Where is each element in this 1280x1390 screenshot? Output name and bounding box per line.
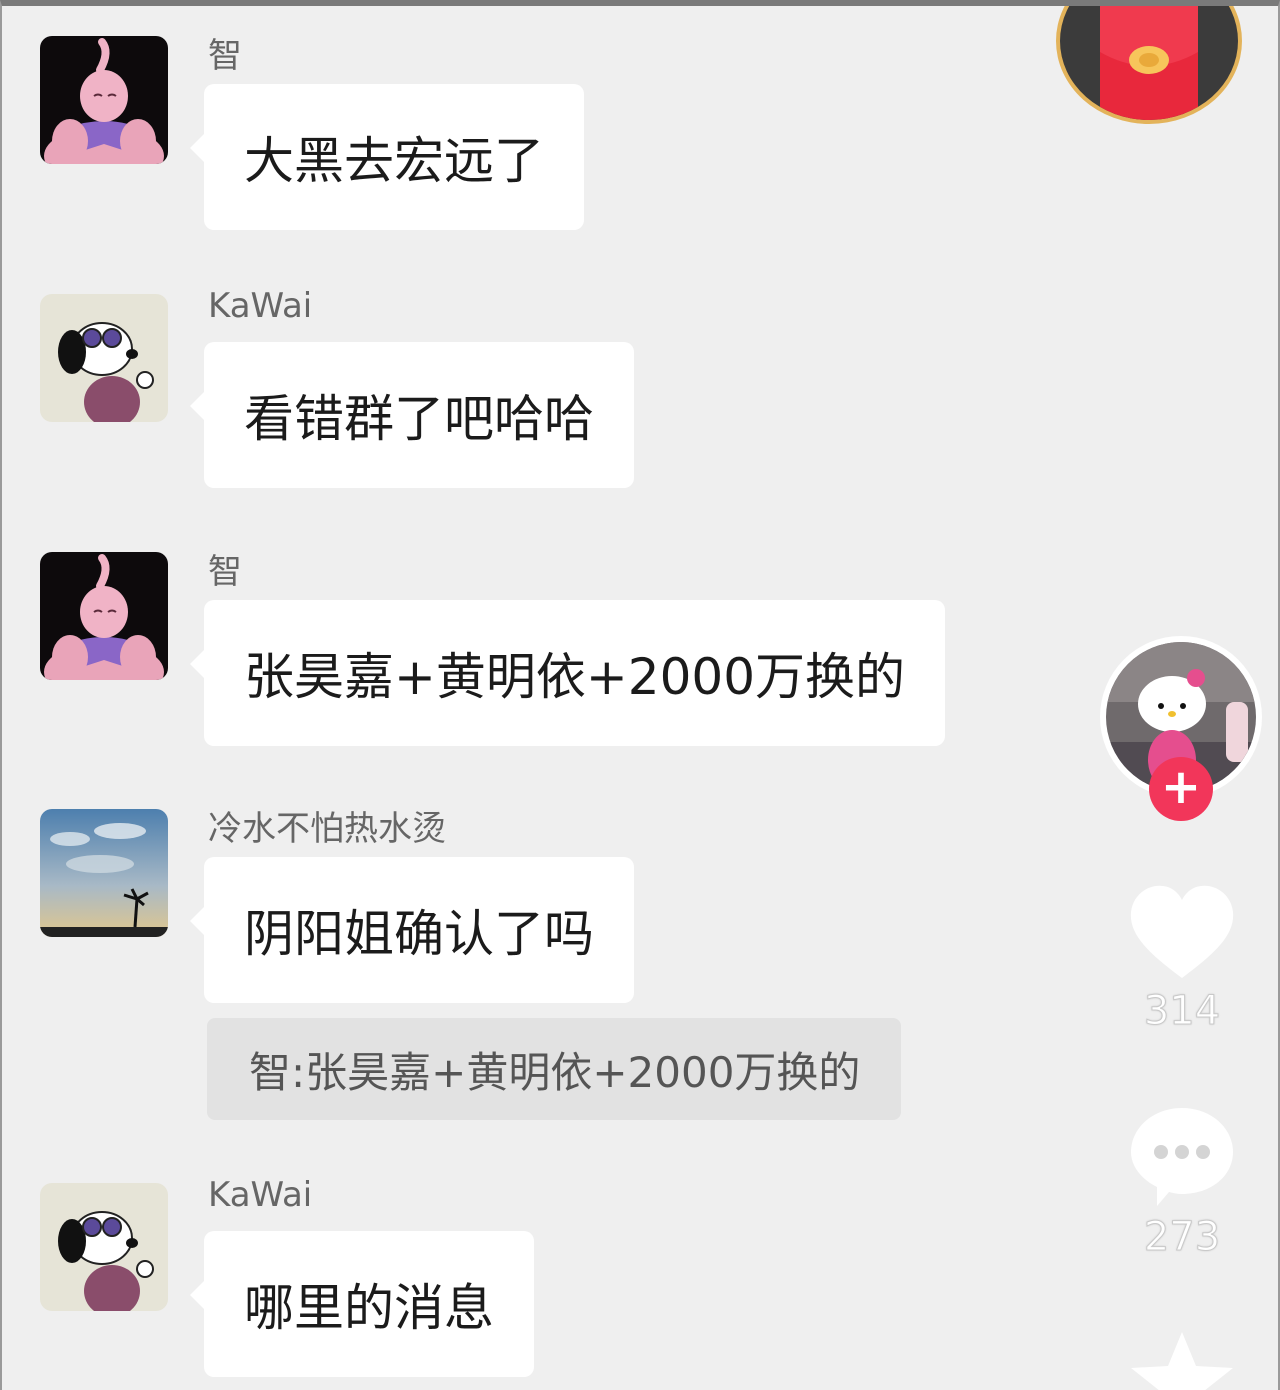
message-bubble[interactable]: 阴阳姐确认了吗 <box>190 857 634 1003</box>
sender-name: 冷水不怕热水烫 <box>208 809 446 849</box>
like-action[interactable]: 314 <box>1122 882 1242 1035</box>
sky-avatar[interactable] <box>40 809 168 937</box>
sender-name: KaWai <box>208 286 313 326</box>
message-bubble[interactable]: 大黑去宏远了 <box>190 84 584 230</box>
chat-screen: 智 大黑去宏远了 KaWai 看错群了吧哈哈 智 张昊嘉+黄明依+2000万换的… <box>0 0 1280 1390</box>
like-count: 314 <box>1143 988 1221 1035</box>
message-bubble[interactable]: 张昊嘉+黄明依+2000万换的 <box>189 600 946 746</box>
majin-buu-avatar[interactable] <box>40 36 168 164</box>
star-icon[interactable] <box>1127 1328 1237 1390</box>
quoted-reply[interactable]: 智:张昊嘉+黄明依+2000万换的 <box>207 1018 901 1120</box>
sender-name: KaWai <box>208 1175 313 1215</box>
sender-name: 智 <box>208 552 242 592</box>
comment-count: 273 <box>1143 1214 1221 1261</box>
majin-buu-avatar[interactable] <box>40 552 168 680</box>
follow-button[interactable]: + <box>1149 757 1213 821</box>
comment-action[interactable]: 273 <box>1122 1104 1242 1261</box>
favorite-action[interactable] <box>1122 1328 1242 1390</box>
red-packet-icon[interactable] <box>1056 6 1242 124</box>
snoopy-avatar[interactable] <box>40 294 168 422</box>
snoopy-avatar[interactable] <box>40 1183 168 1311</box>
message-bubble[interactable]: 看错群了吧哈哈 <box>190 342 634 488</box>
heart-icon[interactable] <box>1127 882 1237 982</box>
sender-name: 智 <box>208 36 242 76</box>
comment-icon[interactable] <box>1127 1104 1237 1208</box>
message-bubble[interactable]: 哪里的消息 <box>190 1231 534 1377</box>
